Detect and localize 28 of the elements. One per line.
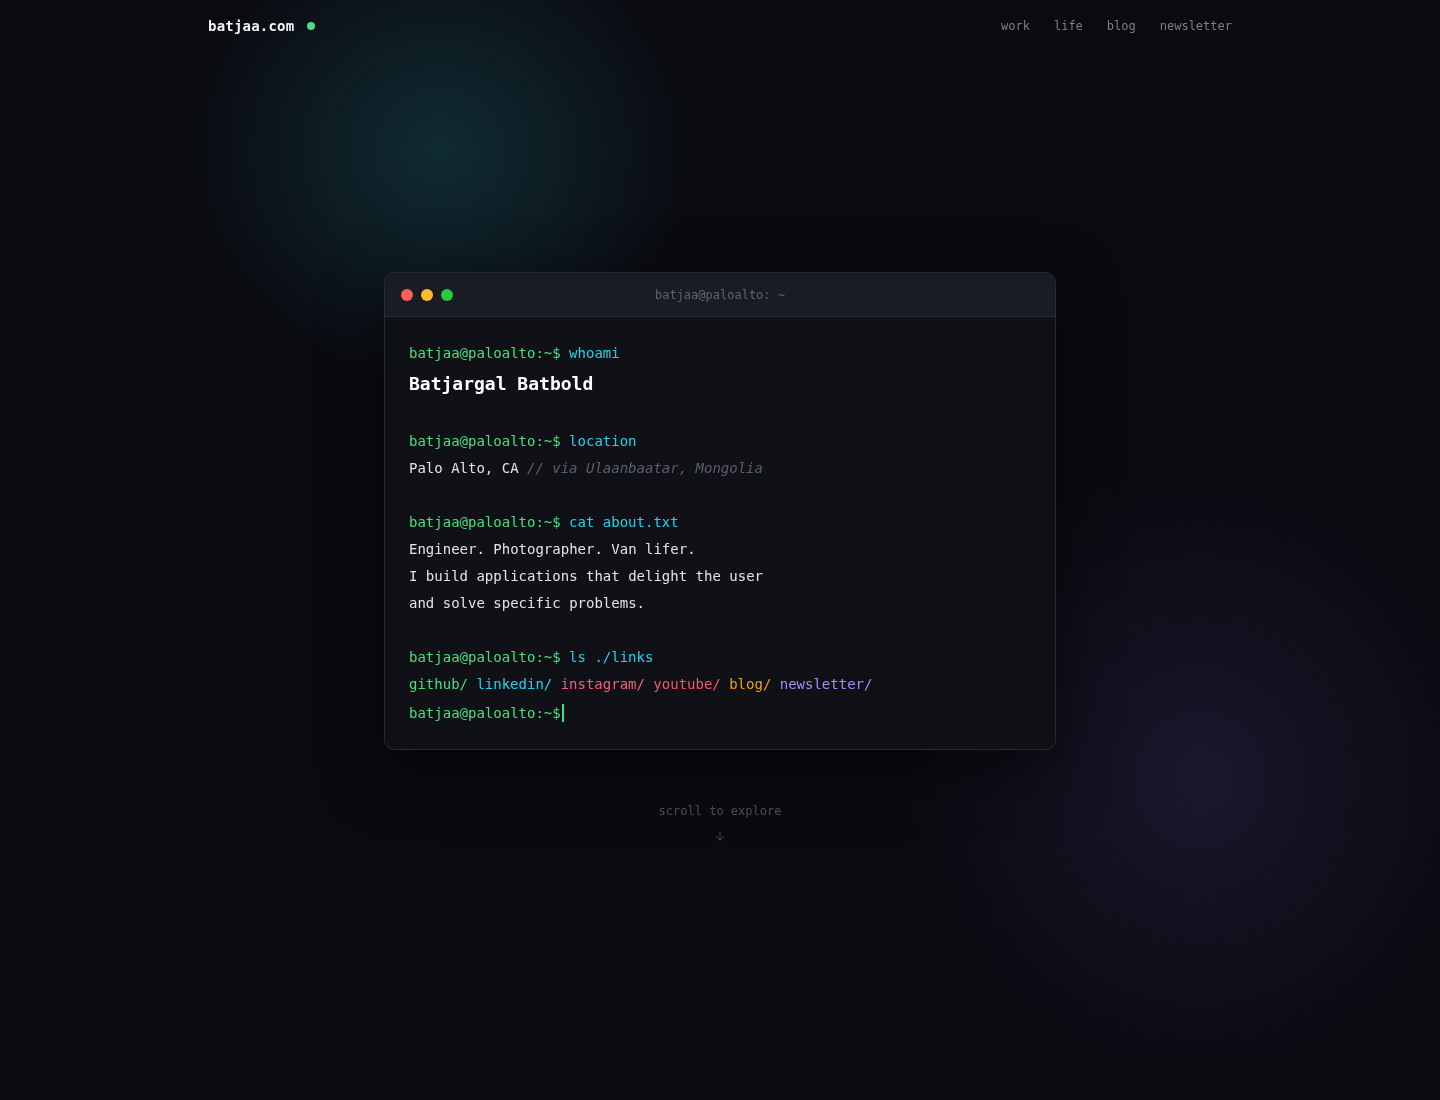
command-text: cat about.txt <box>569 513 679 530</box>
output-text: Palo Alto, CA <box>409 459 519 476</box>
terminal-title: batjaa@paloalto: ~ <box>654 287 785 302</box>
command-text: whoami <box>569 344 620 361</box>
nav-link[interactable]: newsletter <box>1159 19 1232 33</box>
command-text: ls ./links <box>569 648 654 665</box>
name-heading: Batjargal Batbold <box>409 372 594 394</box>
prompt-text: batjaa@paloalto:~$ <box>409 344 561 361</box>
directory-link[interactable]: newsletter/ <box>779 675 873 692</box>
directory-link[interactable]: github/ <box>409 675 468 692</box>
output-text: I build applications that delight the user <box>409 567 763 584</box>
output-text: and solve specific problems. <box>409 594 645 611</box>
directory-link[interactable]: linkedin/ <box>476 675 553 692</box>
prompt-text: batjaa@paloalto:~$ <box>409 513 561 530</box>
comment-text: // via Ulaanbaatar, Mongolia <box>526 459 763 476</box>
output-text: Engineer. Photographer. Van lifer. <box>409 540 696 557</box>
prompt-text: batjaa@paloalto:~$ <box>409 704 561 721</box>
directory-link[interactable]: instagram/ <box>560 675 645 692</box>
nav-link[interactable]: blog <box>1106 19 1136 33</box>
site-logo[interactable]: batjaa.com <box>208 18 295 34</box>
prompt-text: batjaa@paloalto:~$ <box>409 648 561 665</box>
directory-link[interactable]: blog/ <box>729 675 772 692</box>
command-text: location <box>569 432 637 449</box>
nav-link[interactable]: work <box>1001 19 1030 33</box>
scroll-hint-text: scroll to explore <box>658 804 782 818</box>
nav-link[interactable]: life <box>1053 19 1083 33</box>
prompt-text: batjaa@paloalto:~$ <box>409 432 561 449</box>
directory-link[interactable]: youtube/ <box>653 675 721 692</box>
